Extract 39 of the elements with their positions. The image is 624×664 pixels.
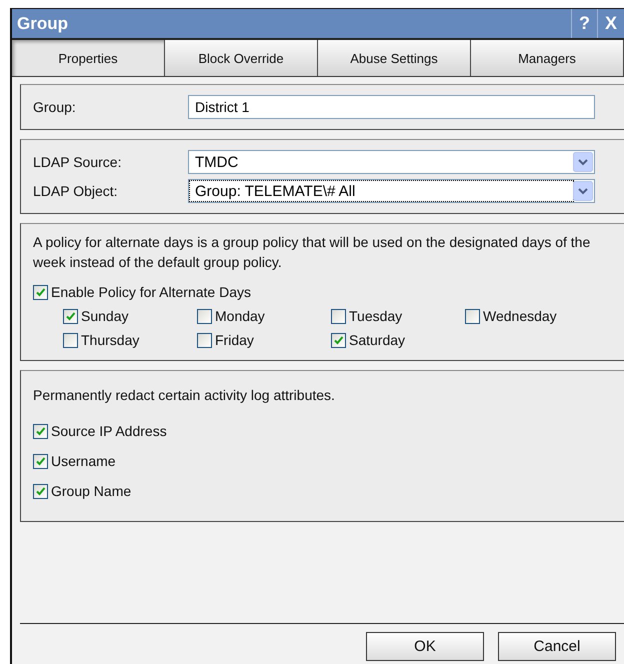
tab[interactable]: Abuse Settings [318, 40, 471, 76]
redact-checkbox[interactable]: Username [33, 453, 612, 469]
dropdown[interactable]: Group: TELEMATE\# All [188, 179, 595, 203]
enable-checkbox[interactable]: Enable Policy for Alternate Days [33, 284, 612, 300]
checkbox[interactable] [33, 454, 48, 468]
tab[interactable]: Block Override [165, 40, 318, 76]
dropdown[interactable]: TMDC [188, 150, 595, 174]
redact-checkbox[interactable]: Source IP Address [33, 423, 612, 439]
day-checkbox[interactable]: Sunday [63, 308, 197, 324]
field-label: Group: [33, 99, 77, 115]
ok-button[interactable]: OK [366, 632, 484, 661]
day-checkbox[interactable]: Tuesday [331, 308, 465, 324]
checkbox[interactable] [63, 332, 78, 348]
day-checkbox[interactable]: Friday [197, 332, 331, 348]
checkbox[interactable] [331, 332, 346, 348]
checkbox[interactable] [33, 484, 48, 498]
day-checkbox[interactable]: Saturday [331, 332, 465, 348]
window-title: Group [16, 14, 69, 34]
checkbox[interactable] [33, 424, 48, 438]
checkbox[interactable] [331, 308, 346, 324]
checkbox[interactable] [197, 308, 212, 324]
group-field[interactable]: District 1 [188, 95, 595, 119]
cancel-button[interactable]: Cancel [498, 632, 616, 661]
checkbox[interactable] [465, 308, 480, 324]
redact-checkbox[interactable]: Group Name [33, 483, 612, 499]
tab[interactable]: Properties [12, 40, 165, 76]
close-button[interactable]: X [596, 9, 624, 38]
description-text: Permanently redact certain activity log attributes. [33, 386, 336, 405]
day-checkbox[interactable]: Thursday [63, 332, 197, 348]
field-label: LDAP Object: [33, 183, 119, 199]
tab[interactable]: Managers [471, 40, 624, 76]
help-button[interactable]: ? [570, 9, 597, 38]
checkbox[interactable] [33, 284, 48, 300]
checkbox[interactable] [197, 332, 212, 348]
field-label: LDAP Source: [33, 154, 122, 170]
checkbox[interactable] [63, 308, 78, 324]
day-checkbox[interactable]: Monday [197, 308, 331, 324]
description-text: A policy for alternate days is a group policy that will be used on the designated days of the week instead of the default group policy. [33, 233, 592, 272]
day-checkbox[interactable]: Wednesday [465, 308, 599, 324]
